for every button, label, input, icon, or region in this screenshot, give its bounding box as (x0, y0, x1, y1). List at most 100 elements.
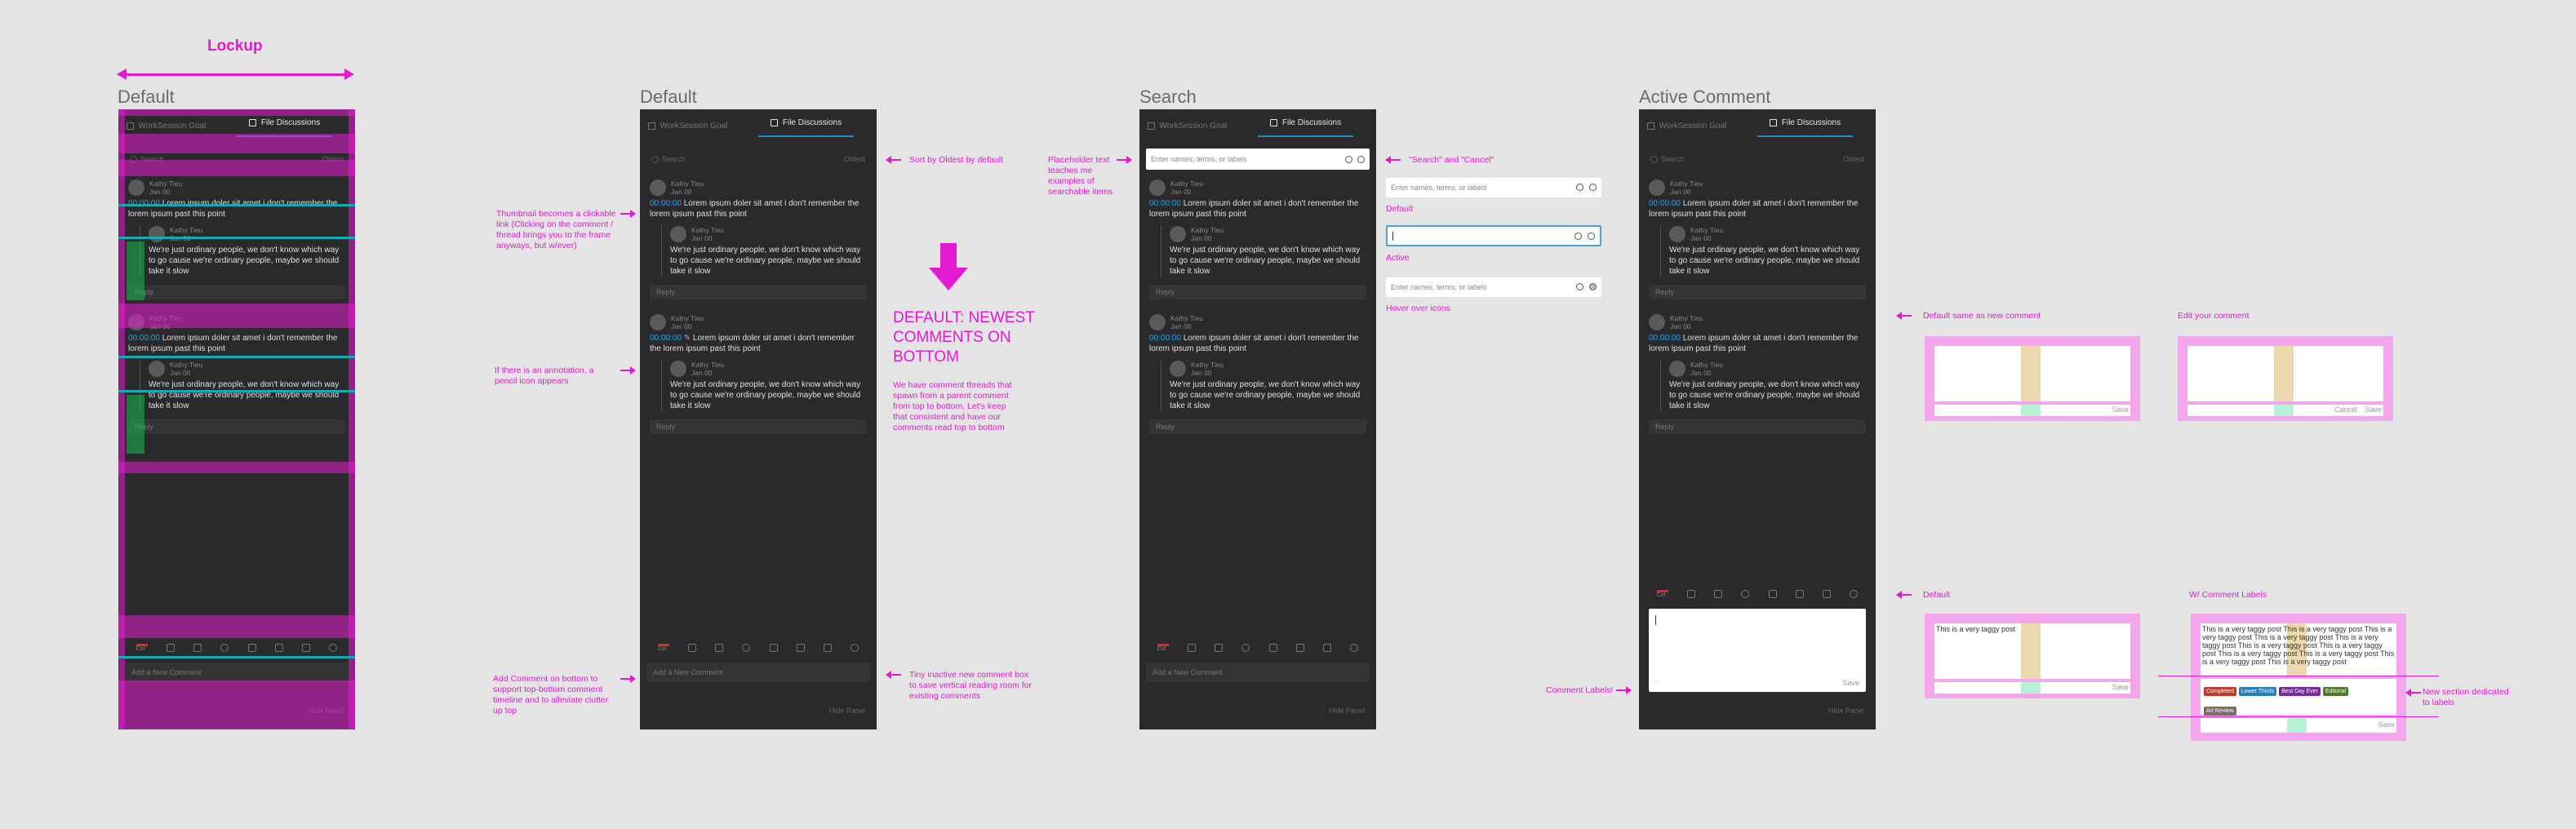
crop-icon[interactable] (302, 644, 311, 652)
cancel-icon[interactable] (1357, 155, 1365, 163)
crop-icon[interactable] (1323, 644, 1332, 652)
arrow-icon[interactable] (247, 644, 256, 652)
reply[interactable]: Kathy TieuJan 00 We're just ordinary peo… (661, 361, 867, 411)
reply[interactable]: Kathy TieuJan 00 We're just ordinary peo… (140, 226, 345, 277)
label-icon[interactable]: ◌ (2189, 406, 2193, 414)
arrow-icon[interactable] (769, 644, 778, 652)
search-icon[interactable] (1574, 233, 1582, 240)
circle-icon[interactable] (220, 644, 229, 652)
reply[interactable]: Kathy TieuJan 00 We're just ordinary peo… (1660, 226, 1866, 277)
save-button[interactable]: Save (2112, 406, 2129, 414)
save-button[interactable]: Save (2112, 683, 2129, 691)
save-button[interactable]: Save (2365, 406, 2382, 414)
reply-input[interactable]: Reply (1649, 419, 1866, 434)
label-chip[interactable]: Lower Thirds (2238, 687, 2277, 696)
color-tool[interactable]: Col (1157, 644, 1169, 652)
reply[interactable]: Kathy TieuJan 00 We're just ordinary peo… (1161, 361, 1366, 411)
pencil-icon[interactable] (1686, 590, 1695, 598)
color-tool[interactable]: Col (135, 644, 148, 652)
reply-input[interactable]: Reply (650, 419, 867, 434)
settings-icon[interactable] (1850, 590, 1859, 598)
line-icon[interactable] (1295, 644, 1304, 652)
settings-icon[interactable] (329, 644, 338, 652)
timestamp-link[interactable]: 00:00:00 (650, 199, 682, 208)
comment[interactable]: Kathy TieuJan 00 00:00:00 Lorem ipsum do… (1139, 175, 1376, 280)
comment[interactable]: Kathy TieuJan 00 00:00:00 Lorem ipsum do… (1639, 175, 1876, 280)
reply-input[interactable]: Reply (650, 285, 867, 299)
active-comment-input[interactable]: ◌ Save (1649, 609, 1866, 692)
rectangle-icon[interactable] (193, 644, 202, 652)
cancel-icon[interactable] (1589, 184, 1597, 191)
arrow-icon[interactable] (1768, 590, 1777, 598)
pencil-icon[interactable] (687, 644, 696, 652)
search-icon[interactable] (1576, 283, 1583, 290)
tab-worksession-goal[interactable]: WorkSession Goal (640, 109, 735, 142)
cancel-button[interactable]: Cancel (2334, 406, 2357, 414)
search-state-hover[interactable]: Enter names, terms, or labels (1386, 277, 1601, 297)
timestamp-link[interactable]: 00:00:00 (1649, 199, 1681, 208)
cancel-icon[interactable] (1589, 283, 1597, 290)
label-icon[interactable]: ◌ (1936, 683, 1940, 691)
comment[interactable]: Kathy TieuJan 00 00:00:00 Lorem ipsum do… (1139, 309, 1376, 414)
comment[interactable]: Kathy TieuJan 00 00:00:00 Lorem ipsum do… (1639, 309, 1876, 414)
comment[interactable]: Kathy Tieu Jan 00 00:00:00 ✎ Lorem ipsum … (640, 309, 877, 414)
reply-input[interactable]: Reply (128, 419, 345, 434)
tab-worksession-goal[interactable]: WorkSession Goal (1639, 109, 1734, 142)
line-icon[interactable] (796, 644, 805, 652)
search-row[interactable]: Search Oldest (646, 149, 870, 170)
save-button[interactable]: Save (2378, 720, 2395, 729)
arrow-icon[interactable] (1268, 644, 1277, 652)
reply[interactable]: Kathy TieuJan 00 We're just ordinary peo… (1660, 361, 1866, 411)
label-icon[interactable]: ◌ (1655, 678, 1660, 687)
reply[interactable]: Kathy TieuJan 00 We're just ordinary peo… (140, 361, 345, 411)
cancel-icon[interactable] (1588, 233, 1595, 240)
timestamp-link[interactable]: 00:00:00 (1149, 199, 1181, 208)
tab-file-discussions[interactable]: File Discussions (1258, 109, 1353, 137)
pencil-icon[interactable] (166, 644, 175, 652)
settings-icon[interactable] (851, 644, 859, 652)
circle-icon[interactable] (742, 644, 751, 652)
reply-input[interactable]: Reply (1149, 285, 1366, 299)
sort-dropdown[interactable]: Oldest (1843, 155, 1864, 163)
add-comment-input[interactable]: Add a New Comment (1146, 663, 1370, 682)
settings-icon[interactable] (1350, 644, 1359, 652)
timestamp-link[interactable]: 00:00:00 (650, 334, 682, 343)
circle-icon[interactable] (1741, 590, 1750, 598)
label-icon[interactable]: ◌ (2202, 720, 2206, 729)
add-comment-input[interactable]: Add a New Comment (125, 663, 349, 682)
tab-file-discussions[interactable]: File Discussions (1757, 109, 1853, 137)
label-chip[interactable]: Completed (2204, 687, 2236, 696)
hide-panel-button[interactable]: Hide Panel (1329, 707, 1365, 715)
hide-panel-button[interactable]: Hide Panel (1828, 707, 1864, 715)
search-icon[interactable] (1345, 155, 1352, 163)
line-icon[interactable] (1795, 590, 1804, 598)
search-input[interactable]: Enter names, terms, or labels (1146, 149, 1370, 170)
rectangle-icon[interactable] (1215, 644, 1224, 652)
timestamp-link[interactable]: 00:00:00 (1149, 334, 1181, 343)
label-chip[interactable]: Art Review (2204, 707, 2236, 716)
comment[interactable]: Kathy TieuJan 00 00:00:00 Lorem ipsum do… (640, 175, 877, 280)
circle-icon[interactable] (1241, 644, 1250, 652)
tab-file-discussions[interactable]: File Discussions (758, 109, 854, 137)
reply-input[interactable]: Reply (1649, 285, 1866, 299)
timestamp-link[interactable]: 00:00:00 (1649, 334, 1681, 343)
label-chip[interactable]: Best Day Ever (2279, 687, 2321, 696)
reply-input[interactable]: Reply (1149, 419, 1366, 434)
rectangle-icon[interactable] (1714, 590, 1723, 598)
line-icon[interactable] (274, 644, 283, 652)
search-state-active[interactable] (1386, 225, 1601, 246)
label-icon[interactable]: ◌ (1936, 406, 1940, 414)
reply-input[interactable]: Reply (128, 285, 345, 299)
tab-worksession-goal[interactable]: WorkSession Goal (1139, 109, 1235, 142)
crop-icon[interactable] (824, 644, 833, 652)
add-comment-input[interactable]: Add a New Comment (646, 663, 870, 682)
pencil-icon[interactable] (1187, 644, 1196, 652)
search-row[interactable]: Search Oldest (1646, 149, 1869, 170)
comment[interactable]: Kathy TieuJan 00 00:00:00 Lorem ipsum do… (118, 175, 355, 280)
rectangle-icon[interactable] (715, 644, 724, 652)
save-button[interactable]: Save (1842, 679, 1859, 687)
color-tool[interactable]: Col (1656, 590, 1668, 598)
hide-panel-button[interactable]: Hide Panel (829, 707, 865, 715)
reply[interactable]: Kathy TieuJan 00 We're just ordinary peo… (1161, 226, 1366, 277)
color-tool[interactable]: Col (657, 644, 669, 652)
